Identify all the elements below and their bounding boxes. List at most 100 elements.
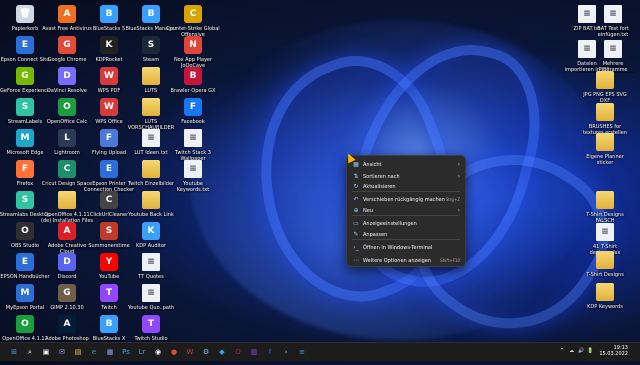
chevron-right-icon: › (457, 161, 460, 168)
chat-icon[interactable]: ✉ (56, 346, 68, 358)
context-menu-label: Anpassen (363, 231, 388, 238)
app-icon: W (100, 67, 118, 85)
app-icon: B (142, 5, 160, 23)
desktop-context-menu: ▦ Ansicht › ⇅ Sortieren nach › ↻ Aktualisieren ↶… (346, 155, 466, 267)
app-icon: B (100, 315, 118, 333)
app-icon: E (16, 253, 34, 271)
app-icon: K (142, 222, 160, 240)
tray-icon[interactable]: 🔋 (587, 348, 593, 354)
file-icon: ≡ (604, 40, 622, 58)
wps-icon[interactable]: W (184, 346, 196, 358)
twitch-icon[interactable]: ▥ (248, 346, 260, 358)
steam-icon[interactable]: ⚙ (200, 346, 212, 358)
task-view-icon[interactable]: ▣ (40, 346, 52, 358)
context-menu-label: Neu (363, 207, 373, 214)
taskbar: 19:13 15.03.2022 ⊞ ⌕ ▣ ✉ ▤ e ▦ Ps Lr ◉ ● W ⚙ ◆ O ▥ f › ≡ ^ ☁… (0, 342, 640, 361)
folder-icon (142, 160, 160, 178)
desktop-icon[interactable]: KDP Keywords (582, 280, 628, 324)
context-menu-item[interactable]: ›_ Öffnen in Windows-Terminal (347, 242, 465, 253)
facebook-icon[interactable]: f (264, 346, 276, 358)
start-icon[interactable]: ⊞ (8, 346, 20, 358)
app-icon: T (142, 315, 160, 333)
app-icon: F (16, 160, 34, 178)
opera-icon[interactable]: O (232, 346, 244, 358)
app-icon: G (16, 67, 34, 85)
chrome-icon[interactable]: ● (168, 346, 180, 358)
context-menu-item[interactable]: ⋯ Weitere Optionen anzeigen Shift+F10 (347, 255, 465, 266)
tray-icon[interactable]: 🔊 (578, 348, 584, 354)
desktop-icon[interactable]: Eigene Planner sticker (582, 130, 628, 174)
desktop-icon-label: Eigene Planner sticker (586, 154, 624, 166)
display-icon: ▭ (353, 219, 359, 227)
app-icon: T (100, 284, 118, 302)
app-icon: C (58, 160, 76, 178)
app-icon: Y (100, 253, 118, 271)
app-icon: F (184, 98, 202, 116)
clock[interactable]: 19:13 15.03.2022 (599, 345, 628, 357)
context-menu-label: Weitere Optionen anzeigen (363, 257, 432, 264)
undo-icon: ↶ (353, 195, 359, 203)
more-icon: ⋯ (353, 256, 359, 264)
context-menu-separator (352, 191, 460, 192)
folder-icon (142, 98, 160, 116)
desktop-icon-label: KDP Auditor (136, 243, 166, 249)
desktop-icon-label: KDP Keywords (587, 304, 623, 310)
app-icon: N (184, 36, 202, 54)
file-icon: ≡ (142, 253, 160, 271)
context-menu-label: Aktualisieren (363, 183, 396, 190)
desktop-icon-label: Brawler Opera GX (170, 88, 216, 94)
app-icon: S (16, 98, 34, 116)
app-icon: S (16, 191, 34, 209)
app-icon: G (58, 284, 76, 302)
chevron-right-icon: › (457, 207, 460, 214)
notepad-icon[interactable]: ≡ (296, 346, 308, 358)
explorer-icon[interactable]: ▤ (72, 346, 84, 358)
folder-icon (596, 283, 614, 301)
app-icon: M (16, 284, 34, 302)
app-icon: W (100, 98, 118, 116)
search-icon[interactable]: ⌕ (24, 346, 36, 358)
refresh-icon: ↻ (353, 182, 359, 190)
app-icon: S (142, 36, 160, 54)
desktop-icon-label: Youtube Quo..path (127, 305, 175, 311)
tray-icon[interactable]: ^ (560, 348, 564, 354)
app-icon: C (184, 5, 202, 23)
bluestacks-icon[interactable]: ◆ (216, 346, 228, 358)
app-icon: M (16, 129, 34, 147)
brush-icon: ✎ (353, 230, 359, 238)
context-menu-item[interactable]: ▦ Ansicht › (347, 159, 465, 170)
chevron-right-icon: › (457, 173, 460, 180)
context-menu-shortcut: Strg+Z (445, 197, 460, 202)
context-menu-label: Sortieren nach (363, 173, 400, 180)
store-icon[interactable]: ▦ (104, 346, 116, 358)
photoshop-icon[interactable]: Ps (120, 346, 132, 358)
obs-icon[interactable]: ◉ (152, 346, 164, 358)
app-icon: F (100, 129, 118, 147)
tray-icon[interactable]: ☁ (569, 348, 574, 354)
folder-icon (596, 251, 614, 269)
file-icon: ≡ (184, 160, 202, 178)
file-icon: ≡ (604, 5, 622, 23)
folder-icon (596, 191, 614, 209)
app-icon: A (58, 315, 76, 333)
app-icon: B (100, 5, 118, 23)
app-icon: B (184, 67, 202, 85)
new-icon: ⊕ (353, 206, 359, 214)
app-icon: K (100, 36, 118, 54)
folder-icon (58, 191, 76, 209)
app-icon: O (16, 315, 34, 333)
grid-icon: ▦ (353, 160, 359, 168)
edge-icon[interactable]: e (88, 346, 100, 358)
context-menu-shortcut: Shift+F10 (440, 258, 460, 263)
app-icon: L (58, 129, 76, 147)
lightroom-icon[interactable]: Lr (136, 346, 148, 358)
context-menu-label: Verschieben rückgängig machen (363, 196, 445, 203)
context-menu-label: Anzeigeeinstellungen (363, 220, 417, 227)
folder-icon (596, 133, 614, 151)
terminal-icon[interactable]: › (280, 346, 292, 358)
app-icon: O (16, 222, 34, 240)
app-icon: O (58, 98, 76, 116)
context-menu-item[interactable]: ▭ Anzeigeeinstellungen (347, 218, 465, 229)
context-menu-separator (352, 239, 460, 240)
context-menu-item[interactable]: ↶ Verschieben rückgängig machen Strg+Z (347, 194, 465, 205)
